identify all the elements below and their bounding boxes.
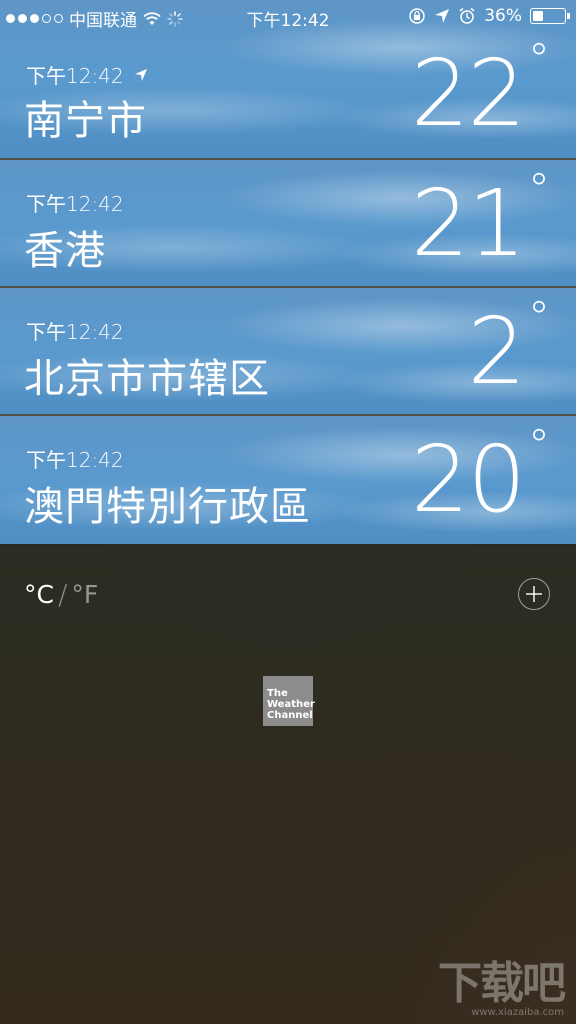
status-right: 36% (408, 6, 570, 26)
fahrenheit-option[interactable]: °F (71, 580, 98, 609)
city-time: 下午12:42 (26, 320, 124, 344)
city-temperature: 21° (410, 164, 550, 277)
city-name: 北京市市辖区 (24, 356, 270, 402)
location-icon (435, 9, 450, 23)
add-city-button[interactable] (518, 578, 550, 610)
battery-icon (530, 8, 570, 24)
location-arrow-icon (134, 68, 147, 81)
city-temperature: 2° (467, 292, 550, 405)
battery-percent: 36% (484, 6, 522, 26)
city-row[interactable]: 下午12:42 澳門特別行政區 20° (0, 416, 576, 544)
bottom-panel: °C / °F The Weather Channel 下载吧 www.xiazai… (0, 546, 576, 1024)
unit-toggle[interactable]: °C / °F (24, 578, 98, 611)
watermark-text: 下载吧 (438, 958, 566, 1009)
city-name: 香港 (24, 228, 106, 274)
alarm-icon (459, 7, 475, 24)
city-list: 下午12:42 南宁市 22° 下午12:42 香港 21° 下午12:42 北… (0, 0, 576, 544)
city-time: 下午12:42 (26, 192, 124, 216)
city-time: 下午12:42 (26, 448, 124, 472)
city-temperature: 20° (410, 420, 550, 533)
celsius-option[interactable]: °C (24, 580, 54, 609)
city-temperature: 22° (410, 34, 550, 147)
status-bar: 中国联通 下午12:42 36% (0, 0, 576, 32)
watermark: 下载吧 www.xiazaiba.com (438, 947, 566, 1018)
weather-channel-logo[interactable]: The Weather Channel (263, 676, 315, 726)
rotation-lock-icon (409, 8, 425, 24)
city-name: 澳門特別行政區 (24, 484, 311, 530)
city-row[interactable]: 下午12:42 香港 21° (0, 160, 576, 288)
city-time: 下午12:42 (26, 60, 148, 89)
city-name: 南宁市 (24, 98, 147, 144)
unit-separator: / (57, 578, 68, 611)
city-row[interactable]: 下午12:42 北京市市辖区 2° (0, 288, 576, 416)
